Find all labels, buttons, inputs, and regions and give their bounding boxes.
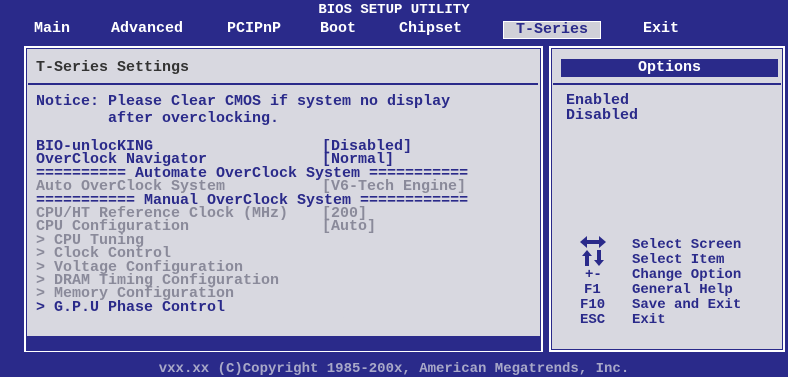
option-enabled[interactable]: Enabled [566, 93, 629, 108]
tab-boot[interactable]: Boot [320, 21, 356, 37]
top-menu-bar: BIOS SETUP UTILITY Main Advanced PCIPnP … [0, 0, 788, 40]
setting-value[interactable]: [Auto] [322, 219, 376, 234]
selection-highlight [26, 336, 541, 351]
right-divider [553, 83, 781, 85]
help-general-help: General Help [632, 282, 733, 298]
tab-pcipnp[interactable]: PCIPnP [227, 21, 281, 37]
help-select-item: Select Item [632, 252, 725, 268]
notice-text: Notice: Please Clear CMOS if system no d… [36, 93, 451, 127]
help-select-screen: Select Screen [632, 237, 742, 253]
tab-chipset[interactable]: Chipset [399, 21, 462, 37]
section-title: T-Series Settings [36, 59, 190, 76]
up-down-arrows-icon [582, 250, 604, 266]
help-key-f1: F1 [584, 282, 601, 298]
help-key-plus-minus: +- [585, 267, 602, 283]
left-right-arrows-icon [580, 236, 606, 248]
setting-label: Integrated Memory Test [36, 312, 235, 330]
copyright-footer: vxx.xx (C)Copyright 1985-200x, American … [158, 361, 630, 377]
option-disabled[interactable]: Disabled [566, 108, 638, 123]
help-exit: Exit [632, 312, 666, 328]
tab-advanced[interactable]: Advanced [111, 21, 183, 37]
tab-main[interactable]: Main [34, 21, 70, 37]
help-save-exit: Save and Exit [632, 297, 742, 313]
help-key-esc: ESC [580, 312, 606, 328]
setting-value[interactable]: [Enabled] [322, 313, 403, 328]
help-key-f10: F10 [580, 297, 606, 313]
help-change-option: Change Option [632, 267, 742, 283]
bios-title: BIOS SETUP UTILITY [318, 2, 470, 18]
options-header: Options [561, 59, 778, 77]
left-divider [28, 83, 538, 85]
tab-t-series[interactable]: T-Series [503, 21, 602, 39]
tab-exit[interactable]: Exit [643, 21, 679, 37]
